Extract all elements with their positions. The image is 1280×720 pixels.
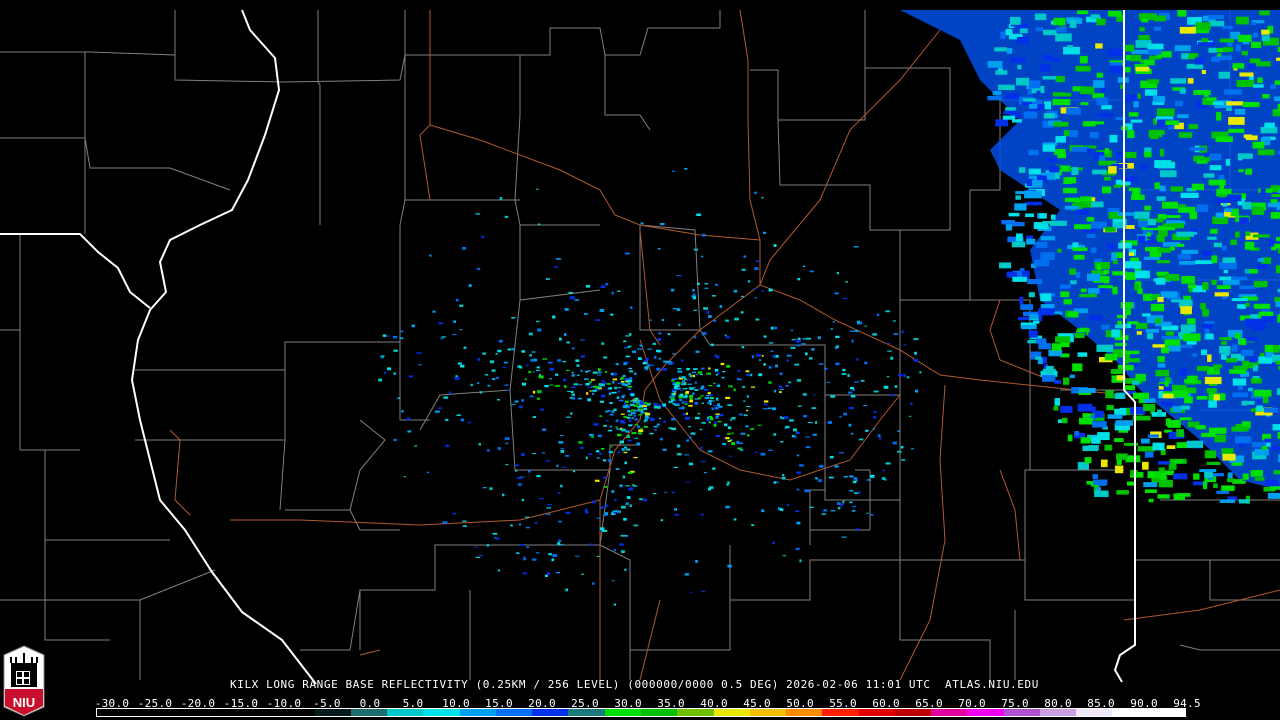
legend-swatch — [1039, 709, 1077, 716]
iowa-missouri-border — [0, 233, 151, 309]
county-line — [514, 55, 600, 226]
legend-swatch — [350, 709, 388, 716]
legend-swatch — [677, 709, 714, 716]
county-line — [824, 395, 901, 501]
reflectivity-color-scale — [96, 708, 1186, 717]
legend-swatch — [1003, 709, 1040, 716]
county-line — [519, 225, 601, 301]
legend-swatch — [1148, 709, 1185, 716]
highway — [169, 429, 191, 516]
logo-text: NIU — [13, 695, 35, 710]
highway — [999, 469, 1021, 561]
legend-swatch — [278, 709, 315, 716]
legend-swatch — [133, 709, 170, 716]
legend-swatch — [713, 709, 750, 716]
county-line — [399, 10, 406, 226]
niu-logo: NIU — [3, 645, 45, 717]
county-line — [300, 589, 361, 651]
legend-swatch — [640, 709, 678, 716]
legend-swatch — [568, 709, 605, 716]
county-line — [19, 330, 80, 451]
highway — [359, 649, 381, 656]
highway — [639, 229, 661, 346]
county-line — [419, 299, 521, 431]
county-line — [139, 569, 216, 601]
county-line — [639, 224, 701, 331]
county-line — [349, 419, 386, 511]
legend-swatch — [931, 709, 968, 716]
county-line — [0, 137, 231, 191]
highway — [899, 384, 946, 681]
highway — [1123, 589, 1280, 621]
county-line — [135, 225, 401, 371]
highway — [639, 339, 901, 481]
legend-swatch — [314, 709, 351, 716]
county-line — [1209, 560, 1280, 601]
legend-swatch — [387, 709, 424, 716]
county-line — [900, 299, 1031, 470]
county-line — [399, 342, 430, 421]
legend-swatch — [1076, 709, 1113, 716]
county-line — [899, 560, 991, 680]
highway — [419, 124, 431, 201]
legend-swatch — [822, 709, 859, 716]
state-borders — [0, 9, 1136, 685]
legend-swatch — [205, 709, 243, 716]
radar-map[interactable] — [0, 0, 1280, 720]
county-line — [359, 469, 611, 650]
product-caption: KILX LONG RANGE BASE REFLECTIVITY (0.25K… — [230, 678, 1039, 691]
legend-swatch — [459, 709, 496, 716]
county-line — [809, 489, 825, 545]
legend-swatch — [97, 709, 134, 716]
mississippi-river-border — [130, 9, 317, 685]
legend-swatch — [423, 709, 460, 716]
legend-swatch — [242, 709, 279, 716]
county-line — [750, 10, 866, 121]
radar-echoes — [378, 10, 1280, 606]
county-line — [317, 10, 321, 225]
legend-swatch — [967, 709, 1004, 716]
highway — [230, 499, 601, 526]
legend-swatch — [749, 709, 787, 716]
legend-swatch — [894, 709, 932, 716]
county-line — [0, 10, 721, 83]
legend-swatch — [1112, 709, 1149, 716]
county-line — [604, 55, 651, 131]
legend-swatch — [495, 709, 533, 716]
legend-swatch — [169, 709, 206, 716]
highway — [739, 9, 761, 241]
county-line — [44, 540, 110, 641]
legend-swatch — [532, 709, 569, 716]
legend-swatch — [604, 709, 641, 716]
county-line — [599, 544, 900, 651]
county-line — [1024, 560, 1135, 601]
county-line — [0, 234, 21, 331]
legend-swatch — [786, 709, 823, 716]
legend-swatch — [858, 709, 895, 716]
highway — [639, 599, 661, 681]
county-line — [777, 67, 951, 231]
county-line — [1179, 644, 1280, 651]
